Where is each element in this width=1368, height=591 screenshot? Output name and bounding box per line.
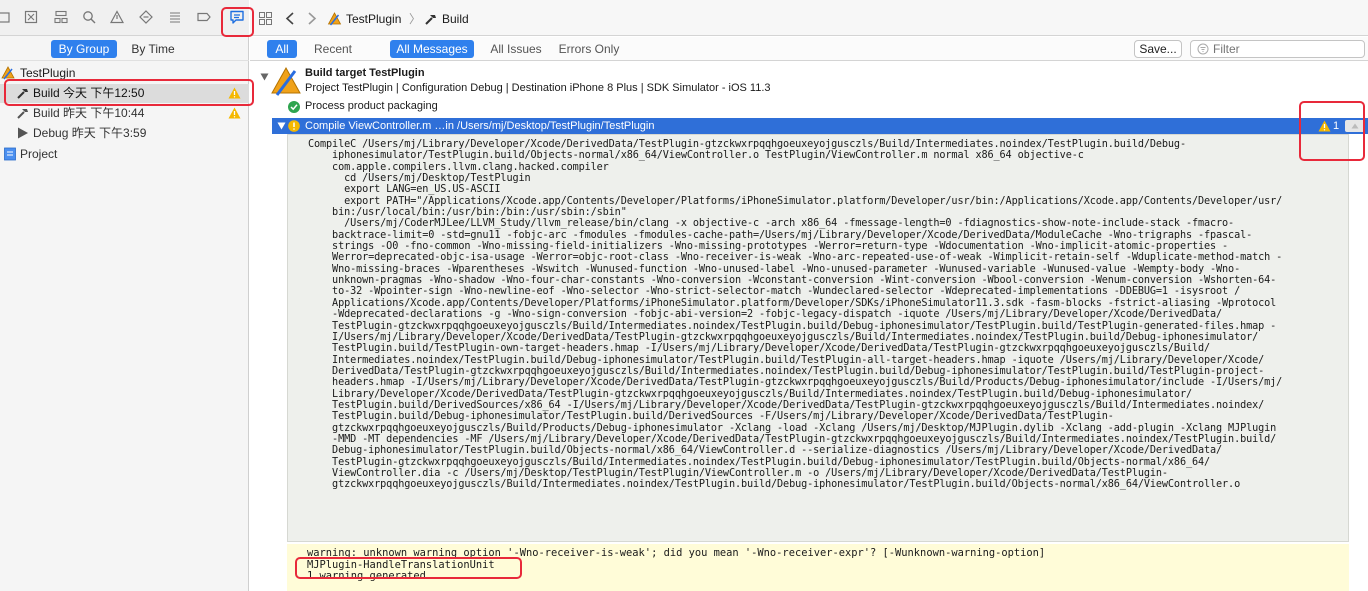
warning-icon	[1318, 120, 1331, 132]
tree-item-label: Debug 昨天 下午3:59	[33, 126, 147, 140]
folder-icon	[0, 12, 10, 23]
back-chevron-icon[interactable]	[285, 12, 295, 25]
compile-step-row[interactable]: Compile ViewController.m …in /Users/mj/D…	[272, 118, 1368, 134]
magnifier-icon	[83, 11, 96, 24]
breakpoint-icon	[197, 12, 211, 22]
checkmark-icon	[288, 101, 300, 113]
tree-item-build-today[interactable]: Build 今天 下午12:50	[0, 84, 249, 103]
project-navigator-tab[interactable]	[0, 6, 14, 28]
xcode-app-icon	[1, 66, 15, 80]
warning-badge-icon	[288, 120, 300, 132]
hammer-icon	[17, 89, 28, 99]
navigator-pane: By Group By Time TestPlugin Build 今天 下午1…	[0, 0, 249, 591]
test-navigator-tab[interactable]	[135, 6, 157, 28]
warning-count: 1	[1333, 120, 1340, 132]
build-configuration: Project TestPlugin | Configuration Debug…	[305, 82, 771, 94]
grid-icon[interactable]	[259, 12, 272, 25]
compile-command-text: CompileC /Users/mj/Library/Developer/Xco…	[308, 139, 1283, 491]
collapse-transcript-button[interactable]	[1345, 120, 1365, 132]
filter-bar: All Recent All Messages All Issues Error…	[250, 37, 1368, 61]
disclosure-triangle-icon[interactable]	[277, 122, 286, 130]
speech-bubble-icon	[230, 10, 244, 24]
all-messages-button[interactable]: All Messages	[390, 40, 474, 58]
disclosure-triangle-icon[interactable]	[260, 73, 269, 81]
process-step[interactable]: Process product packaging	[305, 100, 438, 112]
source-control-icon	[24, 10, 38, 24]
tree-item-label: Build 昨天 下午10:44	[33, 106, 145, 120]
tree-root-label: TestPlugin	[20, 66, 76, 80]
source-control-navigator-tab[interactable]	[20, 6, 42, 28]
all-issues-button[interactable]: All Issues	[486, 40, 546, 58]
hierarchy-icon	[54, 10, 68, 24]
warning-icon	[228, 107, 241, 119]
xcode-app-icon	[327, 12, 342, 26]
forward-chevron-icon[interactable]	[307, 12, 317, 25]
all-builds-button[interactable]: All	[267, 40, 297, 58]
project-file-icon	[4, 147, 16, 161]
tree-root-testplugin[interactable]: TestPlugin	[0, 64, 249, 83]
jump-bar-current[interactable]: Build	[442, 11, 469, 27]
symbol-navigator-tab[interactable]	[50, 6, 72, 28]
compile-step-label: Compile ViewController.m …in /Users/mj/D…	[305, 120, 655, 132]
play-icon	[18, 127, 28, 139]
by-time-button[interactable]: By Time	[122, 40, 184, 58]
filter-field[interactable]	[1190, 40, 1365, 58]
hammer-icon	[17, 109, 28, 119]
warning-triangle-icon	[110, 10, 124, 24]
navigator-grouping-bar: By Group By Time	[0, 37, 249, 61]
jump-bar: TestPlugin 〉 Build	[250, 0, 1368, 36]
breakpoint-navigator-tab[interactable]	[193, 6, 215, 28]
filter-input[interactable]	[1213, 42, 1361, 56]
save-button[interactable]: Save...	[1134, 40, 1182, 58]
debug-navigator-tab[interactable]	[164, 6, 186, 28]
tree-item-label: Build 今天 下午12:50	[33, 86, 145, 100]
xcode-app-icon	[271, 66, 301, 96]
hammer-icon	[425, 15, 436, 25]
compile-command-transcript[interactable]: CompileC /Users/mj/Library/Developer/Xco…	[287, 134, 1349, 542]
filter-icon	[1197, 43, 1209, 55]
diamond-test-icon	[139, 10, 153, 24]
recent-builds-button[interactable]: Recent	[308, 40, 358, 58]
tree-item-build-yesterday[interactable]: Build 昨天 下午10:44	[0, 104, 249, 123]
build-log: Build target TestPlugin Project TestPlug…	[250, 62, 1368, 591]
compiler-output-text: warning: unknown warning option '-Wno-re…	[307, 547, 1046, 582]
tree-item-label: Project	[20, 147, 58, 161]
issue-navigator-tab[interactable]	[106, 6, 128, 28]
jump-bar-separator: 〉	[409, 12, 422, 26]
build-target-title: Build target TestPlugin	[305, 67, 425, 79]
find-navigator-tab[interactable]	[78, 6, 100, 28]
errors-only-button[interactable]: Errors Only	[555, 40, 623, 58]
report-navigator-tab[interactable]	[226, 6, 248, 28]
gauge-list-icon	[170, 12, 180, 23]
warning-icon	[228, 87, 241, 99]
compiler-output[interactable]: warning: unknown warning option '-Wno-re…	[287, 544, 1349, 591]
navigator-tab-bar	[0, 0, 249, 36]
chevron-up-icon	[1351, 123, 1359, 129]
tree-item-project[interactable]: Project	[0, 145, 249, 164]
by-group-button[interactable]: By Group	[51, 40, 117, 58]
tree-item-debug-yesterday[interactable]: Debug 昨天 下午3:59	[0, 124, 249, 143]
jump-bar-project[interactable]: TestPlugin	[346, 11, 401, 27]
